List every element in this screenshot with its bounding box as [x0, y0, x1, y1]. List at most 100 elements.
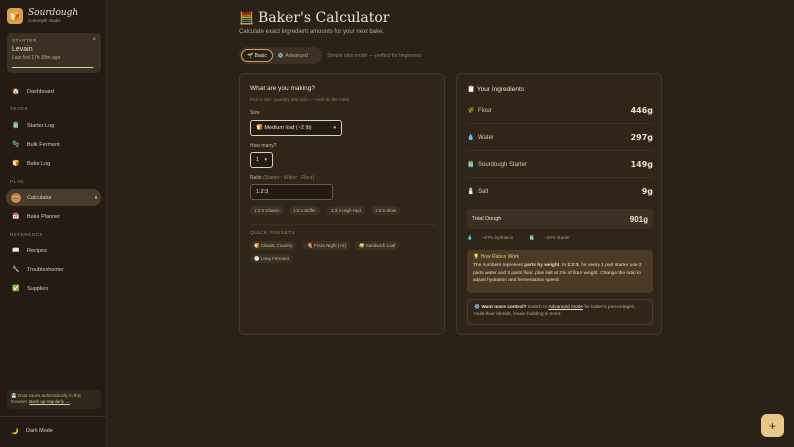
form-card: What are you making? Pick a size, quanti… — [239, 73, 445, 335]
preset-label: Long Ferment — [260, 256, 289, 261]
sidebar-divider — [0, 416, 107, 417]
ingredient-label: Water — [478, 134, 494, 141]
check-icon: ✅ — [12, 286, 20, 292]
preset-sandwich-loaf[interactable]: 🥪 Sandwich Loaf — [355, 241, 400, 250]
starter-name: Levain — [12, 46, 33, 53]
sidebar-item-label: Starter Log — [27, 122, 55, 129]
size-value: Medium loaf (~2 lb) — [264, 125, 312, 131]
clipboard-icon: 📋 — [467, 86, 476, 93]
sidebar-item-recipes[interactable]: 📖 Recipes — [6, 242, 101, 259]
preset-long-ferment[interactable]: 🕐 Long Ferment — [250, 254, 293, 263]
total-value: 901g — [629, 214, 648, 224]
form-hint: Pick a size, quantity and ratio — we'll … — [250, 97, 351, 102]
nav-section-plan: PLAN — [10, 179, 25, 184]
jar-icon: 🫙 — [529, 235, 535, 240]
bread-icon: 🍞 — [7, 8, 23, 24]
book-icon: 📖 — [12, 248, 20, 254]
more-control-note: ⚙️ Want more control? Switch to Advanced… — [467, 299, 653, 325]
starter-card[interactable]: STARTER × Levain Last fed 17h 39m ago — [7, 33, 101, 73]
close-icon[interactable]: × — [92, 37, 96, 43]
mode-hint: Simple ratio mode — perfect for beginner… — [327, 53, 421, 59]
chevron-down-icon: ▾ — [333, 125, 336, 131]
sidebar-item-calculator[interactable]: 🧮 Calculator — [6, 189, 101, 206]
dark-mode-toggle[interactable]: 🌙 Dark Mode — [10, 426, 53, 436]
ratio-chip-classic[interactable]: 1:2:3 Classic — [250, 206, 284, 215]
salt-icon: 🧂 — [467, 189, 475, 195]
count-label: How many? — [250, 143, 277, 149]
sidebar-item-bake-planner[interactable]: 📅 Bake Planner — [6, 208, 101, 225]
ingredients-title: 📋 Your Ingredients — [467, 85, 524, 93]
brand-subtitle: corkenplit studio — [28, 18, 61, 23]
ingredient-row-salt: 🧂 Salt 9g — [467, 187, 653, 196]
sidebar-item-label: Dashboard — [27, 88, 54, 95]
ratio-chip-stiffer[interactable]: 1:2:4 Stiffer — [289, 206, 320, 215]
sidebar-item-label: Bake Log — [27, 160, 51, 167]
ratio-input[interactable]: 1:2:3 — [250, 184, 333, 200]
sprout-icon: 🌱 — [247, 52, 254, 59]
ingredients-card: 📋 Your Ingredients 🌾 Flour 446g 💧 Water … — [456, 73, 662, 335]
sidebar-item-supplies[interactable]: ✅ Supplies — [6, 280, 101, 297]
sandwich-icon: 🥪 — [359, 242, 365, 248]
sidebar-item-starter-log[interactable]: 🫙 Starter Log — [6, 117, 101, 134]
wrench-icon: 🔧 — [12, 267, 20, 273]
total-dough-row: Total Dough 901g — [467, 209, 653, 229]
ingredient-row-water: 💧 Water 297g — [467, 133, 653, 142]
starter-progress-fill — [12, 66, 93, 68]
jar-icon: 🫙 — [467, 162, 475, 168]
how-title: 💡 How Ratios Work — [473, 254, 647, 262]
mode-advanced-button[interactable]: ⚙️ Advanced — [273, 49, 313, 62]
how-body: The numbers represent parts by weight. I… — [473, 262, 642, 284]
home-icon: 🏠 — [12, 89, 20, 95]
starter-label: STARTER — [12, 38, 37, 43]
bulb-icon: 💡 — [473, 254, 480, 260]
wheat-icon: 🌾 — [467, 108, 475, 114]
ingredients-title-text: Your Ingredients — [476, 86, 525, 93]
pizza-icon: 🍕 — [307, 242, 313, 248]
page-title: 🧮 Baker's Calculator — [239, 10, 390, 26]
count-select[interactable]: 1 ▾ — [250, 152, 273, 168]
how-ratios-work: 💡 How Ratios Work The numbers represent … — [467, 250, 653, 293]
bubbles-icon: 🫧 — [12, 142, 20, 148]
sidebar-item-dashboard[interactable]: 🏠 Dashboard — [6, 83, 101, 100]
mode-advanced-label: Advanced — [285, 52, 308, 59]
preset-pizza-night[interactable]: 🍕 Pizza Night (×4) — [303, 241, 351, 250]
bread-icon: 🍞 — [256, 125, 263, 131]
form-title: What are you making? — [250, 85, 316, 92]
sidebar-item-troubleshooter[interactable]: 🔧 Troubleshooter — [6, 261, 101, 278]
active-dot — [94, 196, 97, 199]
ratio-label: Ratio (Starter : Water : Flour) — [250, 175, 314, 181]
brand-name: Sourdough — [28, 8, 79, 18]
hydration-value: ~67% hydration — [481, 235, 514, 240]
moon-icon: 🌙 — [11, 428, 19, 435]
sidebar-item-bake-log[interactable]: 🍞 Bake Log — [6, 155, 101, 172]
ingredient-row-flour: 🌾 Flour 446g — [467, 106, 653, 115]
chevron-down-icon: ▾ — [264, 157, 267, 163]
sidebar-item-label: Recipes — [27, 247, 47, 254]
add-button[interactable]: + — [761, 414, 784, 437]
preset-classic-country[interactable]: 🍞 Classic Country — [250, 241, 297, 250]
abacus-icon: 🧮 — [239, 11, 254, 25]
dark-mode-label: Dark Mode — [26, 428, 53, 434]
advanced-mode-link[interactable]: Advanced mode — [548, 305, 583, 310]
count-value: 1 — [256, 157, 260, 163]
sidebar-item-label: Supplies — [27, 285, 49, 292]
dough-stats: 💧 ~67% hydration 🫙 ~33% starter — [467, 235, 586, 241]
mode-basic-label: Basic — [254, 52, 267, 59]
ingredient-label: Salt — [478, 188, 489, 195]
ingredient-label: Flour — [478, 107, 492, 114]
brand[interactable]: 🍞 Sourdough corkenplit studio — [7, 8, 78, 24]
presets-label: QUICK PRESETS — [250, 231, 296, 236]
abacus-icon: 🧮 — [11, 192, 21, 203]
bread-icon: 🍞 — [12, 161, 20, 167]
sidebar-item-bulk-ferment[interactable]: 🫧 Bulk Ferment — [6, 136, 101, 153]
backup-link[interactable]: Back up regularly → — [29, 399, 70, 404]
ingredient-label: Sourdough Starter — [478, 161, 528, 168]
ratio-label-text: Ratio — [250, 175, 262, 181]
size-select[interactable]: 🍞 Medium loaf (~2 lb) ▾ — [250, 120, 342, 136]
ratio-chip-high-hyd[interactable]: 1:3:4 High Hyd — [327, 206, 365, 215]
ratio-chip-slow[interactable]: 1:5:5 Slow — [371, 206, 401, 215]
mode-basic-button[interactable]: 🌱 Basic — [241, 49, 273, 62]
preset-label: Classic Country — [260, 243, 293, 248]
starter-stat: 🫙 ~33% starter — [529, 235, 578, 241]
row-divider — [467, 123, 653, 124]
